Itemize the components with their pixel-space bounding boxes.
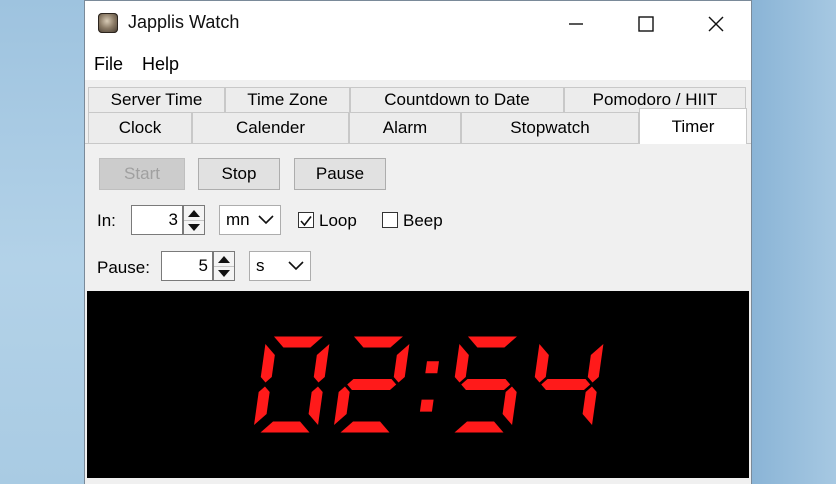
colon-dot <box>419 399 434 412</box>
digit-1-segment-e <box>334 386 350 425</box>
tab-alarm[interactable]: Alarm <box>349 112 461 143</box>
maximize-icon <box>638 16 654 32</box>
menu-file[interactable]: File <box>94 54 123 75</box>
timer-display <box>87 291 749 478</box>
title-bar: Japplis Watch <box>85 0 751 46</box>
digit-2-segment-f <box>454 344 469 383</box>
digit-3-segment-g <box>541 379 591 390</box>
tab-timer[interactable]: Timer <box>639 108 747 144</box>
close-icon <box>708 16 724 32</box>
loop-label[interactable]: Loop <box>319 211 357 231</box>
desktop-background <box>752 0 836 484</box>
timer-panel: Start Stop Pause In: 3 mn Loop Beep Paus… <box>85 143 751 292</box>
digit-1-segment-g <box>347 379 397 390</box>
digit-1-segment-b <box>393 344 410 383</box>
tab-calender[interactable]: Calender <box>192 112 349 143</box>
tab-stopwatch[interactable]: Stopwatch <box>461 112 639 143</box>
pause-spinner[interactable] <box>213 251 235 281</box>
spin-up-icon[interactable] <box>184 206 204 221</box>
close-button[interactable] <box>681 1 751 47</box>
menu-help[interactable]: Help <box>142 54 179 75</box>
digit-1-segment-a <box>353 336 403 348</box>
pause-unit-select[interactable]: s <box>249 251 311 281</box>
beep-checkbox[interactable] <box>382 212 398 228</box>
chevron-down-icon <box>288 261 304 271</box>
digit-3-segment-f <box>534 344 549 383</box>
loop-checkbox[interactable] <box>298 212 314 228</box>
window-title: Japplis Watch <box>128 12 240 32</box>
digit-2-segment-a <box>467 336 517 348</box>
tab-countdown-to-date[interactable]: Countdown to Date <box>350 87 564 112</box>
start-button[interactable]: Start <box>99 158 185 190</box>
spin-down-icon[interactable] <box>184 220 204 234</box>
app-icon <box>98 13 118 33</box>
spin-up-icon[interactable] <box>214 252 234 267</box>
digit-3-segment-c <box>582 386 597 425</box>
pause-button[interactable]: Pause <box>294 158 386 190</box>
pause-field-label: Pause: <box>97 258 150 277</box>
in-spinner[interactable] <box>183 205 205 235</box>
minimize-button[interactable] <box>541 1 611 47</box>
tab-time-zone[interactable]: Time Zone <box>225 87 350 112</box>
spin-down-icon[interactable] <box>214 266 234 280</box>
chevron-down-icon <box>258 215 274 225</box>
colon-dot <box>425 361 439 374</box>
digit-0-segment-a <box>273 336 323 348</box>
maximize-button[interactable] <box>611 1 681 47</box>
tab-clock[interactable]: Clock <box>88 112 192 143</box>
digit-0-segment-b <box>313 344 330 383</box>
pause-unit-value: s <box>256 256 265 275</box>
in-unit-select[interactable]: mn <box>219 205 281 235</box>
digit-2-segment-c <box>502 386 517 425</box>
minimize-icon <box>569 23 583 25</box>
menu-bar: File Help <box>85 46 751 80</box>
checkmark-icon <box>300 216 312 227</box>
in-value-input[interactable]: 3 <box>131 205 183 235</box>
in-label: In: <box>97 211 116 230</box>
beep-label[interactable]: Beep <box>403 211 443 231</box>
timer-digits <box>254 336 604 433</box>
in-unit-value: mn <box>226 210 250 229</box>
tab-server-time[interactable]: Server Time <box>88 87 225 112</box>
digit-0-segment-f <box>260 344 275 383</box>
digit-2-segment-g <box>461 379 511 390</box>
stop-button[interactable]: Stop <box>198 158 280 190</box>
digit-2-segment-d <box>454 421 504 433</box>
digit-0-segment-c <box>308 386 323 425</box>
pause-value-input[interactable]: 5 <box>161 251 213 281</box>
digit-0-segment-d <box>260 421 310 433</box>
digit-3-segment-b <box>587 344 604 383</box>
digit-1-segment-d <box>340 421 390 433</box>
app-window: Japplis Watch File Help Server Time Time… <box>84 0 752 484</box>
digit-0-segment-e <box>254 386 270 425</box>
